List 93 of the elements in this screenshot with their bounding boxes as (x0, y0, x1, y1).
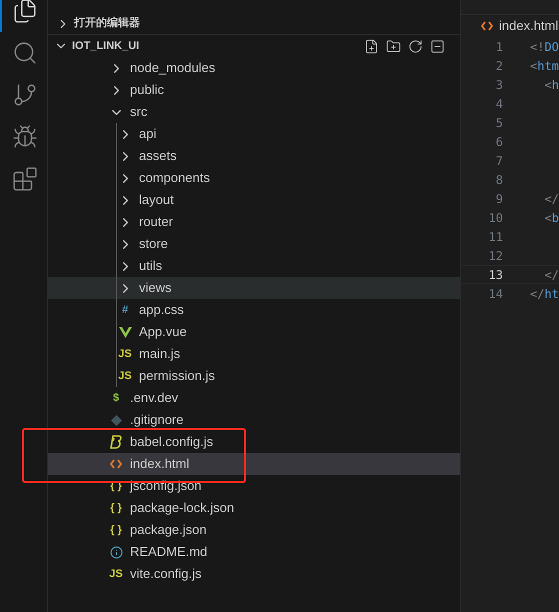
code-brackets-icon (110, 459, 122, 469)
css-file-icon: # (122, 304, 128, 316)
folder-item[interactable]: public (48, 79, 460, 101)
refresh-icon (408, 38, 422, 54)
blocks-icon (12, 166, 38, 192)
line-number: 12 (488, 248, 503, 264)
folder-item[interactable]: store (48, 233, 460, 255)
diamond-icon (110, 414, 122, 426)
item-label: router (139, 213, 173, 232)
editor-tab[interactable]: index.html (461, 14, 559, 36)
line-number: 2 (494, 58, 503, 74)
file-item[interactable]: index.html (48, 453, 460, 475)
babel-file-icon (110, 435, 122, 449)
item-label: assets (139, 147, 177, 166)
info-icon (110, 546, 122, 558)
file-item[interactable]: $ .env.dev (48, 387, 460, 409)
item-label: store (139, 235, 168, 254)
file-item[interactable]: JS main.js (48, 343, 460, 365)
branch-icon (12, 82, 38, 108)
search-icon (12, 40, 38, 66)
item-label: permission.js (139, 367, 215, 386)
item-label: src (130, 103, 148, 122)
new-folder-icon (386, 38, 400, 54)
folder-item[interactable]: components (48, 167, 460, 189)
collapse-icon (430, 38, 444, 54)
project-title: IOT_LINK_UI (72, 38, 140, 54)
folder-item[interactable]: api (48, 123, 460, 145)
line-number: 7 (494, 152, 503, 170)
item-label: index.html (130, 455, 190, 474)
file-item[interactable]: # app.css (48, 299, 460, 321)
folder-item[interactable]: utils (48, 255, 460, 277)
file-item[interactable]: .gitignore (48, 409, 460, 431)
folder-item[interactable]: node_modules (48, 57, 460, 79)
bug-icon (12, 124, 38, 150)
item-label: components (139, 169, 210, 188)
code-text: </ (543, 266, 559, 284)
item-label: jsconfig.json (130, 477, 202, 496)
folder-item[interactable]: src (48, 101, 460, 123)
item-label: main.js (139, 345, 180, 364)
code-text: <b (543, 210, 559, 226)
item-label: .gitignore (130, 411, 184, 430)
json-file-icon: { } (110, 502, 122, 514)
vue-file-icon (118, 326, 132, 338)
line-number: 8 (494, 172, 503, 188)
item-label: node_modules (130, 59, 216, 78)
item-label: App.vue (139, 323, 187, 342)
file-item[interactable]: README.md (48, 541, 460, 563)
folder-item[interactable]: layout (48, 189, 460, 211)
item-label: .env.dev (130, 389, 178, 408)
line-number: 4 (494, 96, 503, 112)
file-item[interactable]: App.vue (48, 321, 460, 343)
folder-item[interactable]: router (48, 211, 460, 233)
item-label: README.md (130, 543, 208, 562)
code-text: </ht (530, 286, 559, 302)
file-item[interactable]: JS permission.js (48, 365, 460, 387)
js-file-icon: JS (109, 568, 123, 580)
new-file-icon (364, 38, 378, 54)
item-label: views (139, 279, 172, 298)
item-label: utils (139, 257, 162, 276)
file-item[interactable]: { } package.json (48, 519, 460, 541)
line-number: 11 (488, 228, 503, 246)
env-file-icon: $ (112, 392, 120, 404)
item-label: babel.config.js (130, 433, 214, 452)
line-number: 14 (488, 286, 503, 302)
code-text: <h (543, 76, 559, 94)
item-label: layout (139, 191, 174, 210)
item-label: api (139, 125, 156, 144)
code-text: </ (543, 190, 559, 208)
item-label: vite.config.js (130, 565, 202, 584)
js-file-icon: JS (118, 370, 132, 382)
files-icon (12, 0, 38, 24)
code-brackets-icon (481, 20, 493, 30)
file-item[interactable]: { } package-lock.json (48, 497, 460, 519)
item-label: public (130, 81, 164, 100)
js-file-icon: JS (118, 348, 132, 360)
line-number: 13 (488, 266, 503, 284)
file-item[interactable]: babel.config.js (48, 431, 460, 453)
line-number: 6 (494, 134, 503, 150)
item-label: app.css (139, 301, 184, 320)
item-label: package-lock.json (130, 499, 234, 518)
code-text: <!DO (530, 38, 559, 56)
line-number: 10 (488, 210, 503, 226)
line-number: 1 (494, 38, 503, 56)
section-header[interactable]: 打开的编辑器 (48, 13, 460, 35)
line-number: 5 (494, 114, 503, 132)
item-label: package.json (130, 521, 207, 540)
line-number: 3 (494, 76, 503, 94)
json-file-icon: { } (110, 524, 122, 536)
line-number: 9 (494, 190, 503, 208)
folder-item[interactable]: assets (48, 145, 460, 167)
file-item[interactable]: JS vite.config.js (48, 563, 460, 585)
folder-item[interactable]: views (48, 277, 460, 299)
code-text: <htm (530, 58, 559, 74)
